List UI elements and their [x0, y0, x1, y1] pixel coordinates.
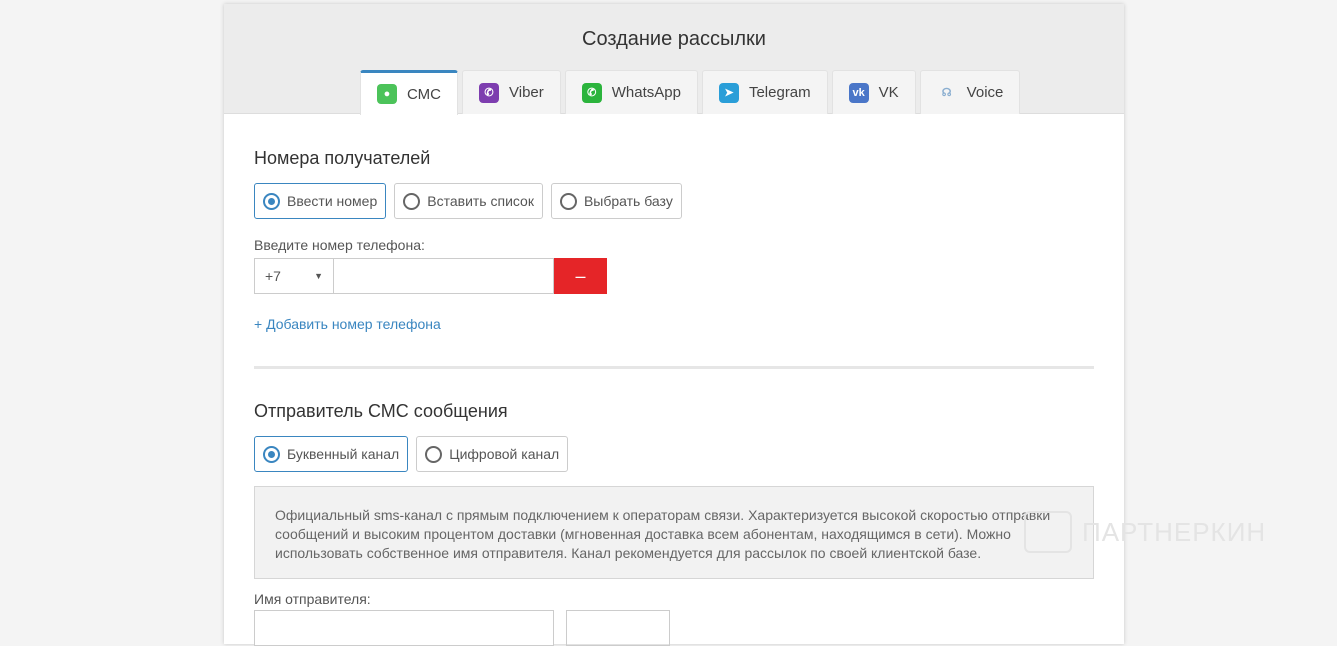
tab-viber[interactable]: ✆ Viber [462, 70, 561, 114]
watermark: ПАРТНЕРКИН [1024, 511, 1266, 553]
radio-label: Ввести номер [287, 193, 378, 209]
phone-input[interactable] [334, 258, 554, 294]
tab-voice[interactable]: ☊ Voice [919, 70, 1021, 114]
radio-label: Цифровой канал [449, 446, 560, 462]
watermark-text: ПАРТНЕРКИН [1082, 516, 1267, 547]
whatsapp-icon: ✆ [581, 82, 602, 103]
radio-label: Вставить список [427, 193, 534, 209]
radio-icon [403, 192, 421, 210]
remove-phone-button[interactable]: – [554, 258, 607, 294]
sender-heading: Отправитель СМС сообщения [254, 401, 508, 421]
radio-digital-channel[interactable]: Цифровой канал [416, 436, 569, 472]
sms-icon: ● [377, 84, 397, 104]
caret-down-icon: ▼ [314, 271, 323, 281]
vk-icon: vk [848, 82, 869, 103]
channel-info: Официальный sms-канал с прямым подключен… [254, 486, 1094, 579]
sender-name-label: Имя отправителя: [254, 591, 371, 607]
tab-sms[interactable]: ● СМС [360, 70, 458, 115]
tab-label: Voice [966, 84, 1004, 101]
mailing-card: Создание рассылки ● СМС ✆ Viber ✆ WhatsApp … [224, 4, 1124, 646]
sender-name-button[interactable] [566, 610, 670, 646]
tab-whatsapp[interactable]: ✆ WhatsApp [564, 70, 698, 114]
radio-icon [559, 192, 577, 210]
recipients-heading: Номера получателей [254, 148, 431, 168]
country-code-select[interactable]: +7 ▼ [254, 258, 334, 294]
country-code: +7 [265, 268, 281, 284]
tab-label: VK [878, 84, 899, 101]
page-title: Создание рассылки [582, 28, 766, 50]
radio-alpha-channel[interactable]: Буквенный канал [254, 436, 409, 472]
watermark-logo-icon [1024, 511, 1072, 553]
sender-name-input[interactable] [254, 610, 554, 646]
tab-label: Telegram [748, 84, 811, 101]
voice-icon: ☊ [941, 87, 952, 99]
radio-label: Выбрать базу [583, 193, 673, 209]
radio-icon [263, 445, 280, 463]
add-phone-link[interactable]: + Добавить номер телефона [254, 316, 441, 332]
radio-label: Буквенный канал [287, 446, 400, 462]
phone-label: Введите номер телефона: [254, 237, 425, 253]
divider [254, 366, 1094, 369]
radio-paste-list[interactable]: Вставить список [394, 183, 543, 219]
tab-vk[interactable]: vk VK [831, 70, 916, 114]
radio-enter-number[interactable]: Ввести номер [254, 183, 387, 219]
tab-label: СМС [407, 85, 441, 103]
card-header: Создание рассылки ● СМС ✆ Viber ✆ WhatsApp … [224, 4, 1124, 115]
radio-icon [263, 192, 280, 210]
radio-icon [425, 445, 443, 463]
radio-select-base[interactable]: Выбрать базу [550, 183, 682, 219]
viber-icon: ✆ [479, 82, 499, 103]
telegram-icon: ➤ [718, 82, 739, 103]
channel-tabs: ● СМС ✆ Viber ✆ WhatsApp ➤ Telegram vk VK ☊ Vo… [360, 70, 1021, 115]
tab-label: Viber [509, 84, 544, 101]
tab-telegram[interactable]: ➤ Telegram [701, 70, 828, 114]
tab-label: WhatsApp [611, 84, 681, 101]
